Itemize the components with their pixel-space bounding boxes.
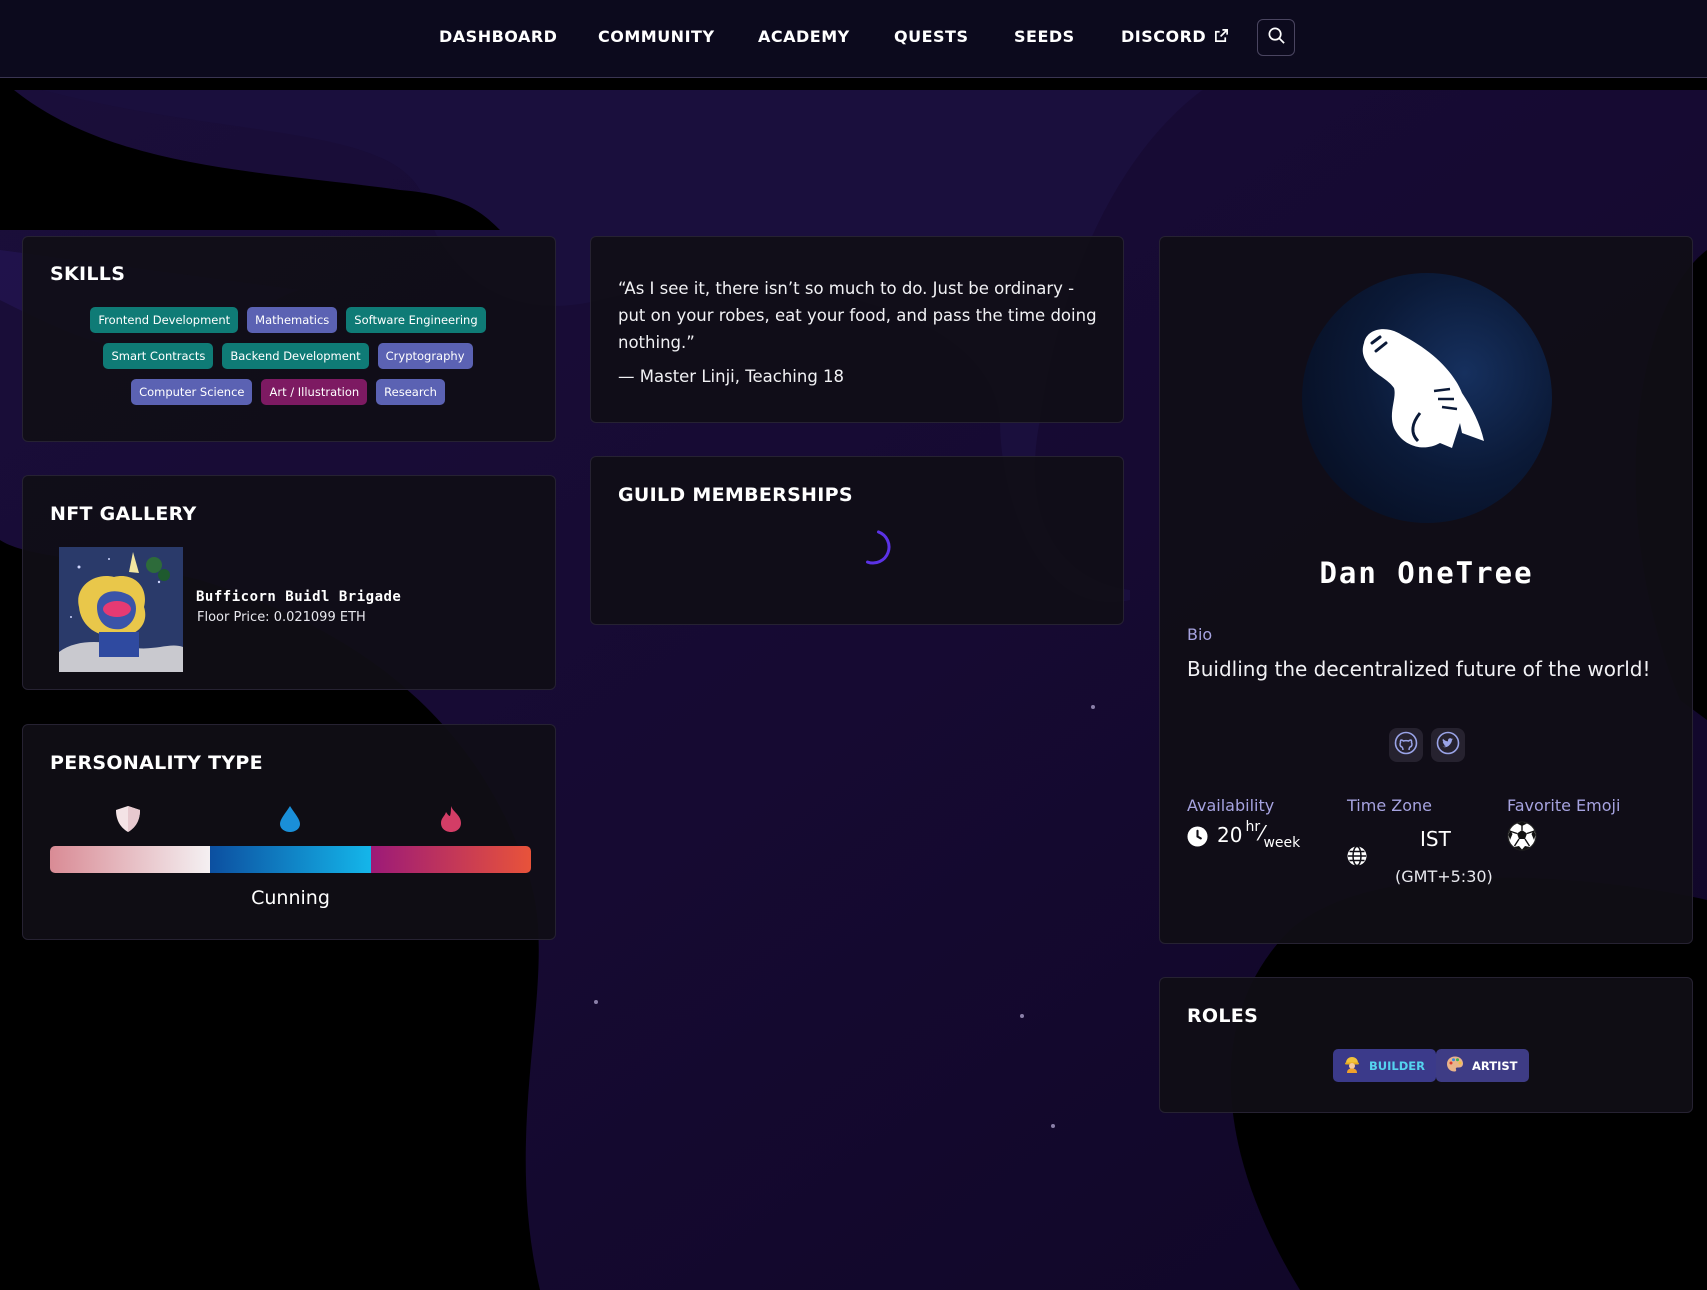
skill-tag: Cryptography bbox=[377, 343, 473, 369]
nav-discord[interactable]: DISCORD bbox=[1121, 27, 1229, 47]
github-button[interactable] bbox=[1389, 728, 1423, 762]
star bbox=[1020, 1014, 1024, 1018]
role-badge-builder[interactable]: BUILDER bbox=[1333, 1049, 1436, 1082]
profile-card: Dan OneTree Bio Buidling the decentraliz… bbox=[1159, 236, 1693, 944]
search-button[interactable] bbox=[1257, 19, 1295, 56]
quote-author: — Master Linji, Teaching 18 bbox=[618, 367, 845, 386]
skill-tag: Research bbox=[376, 379, 445, 405]
skill-tag: Mathematics bbox=[247, 307, 338, 333]
personality-card: PERSONALITY TYPE Cunning bbox=[22, 724, 556, 940]
availability-unit-hr: hr bbox=[1245, 819, 1261, 835]
water-drop-icon bbox=[279, 805, 301, 837]
nav-discord-label: DISCORD bbox=[1121, 27, 1207, 46]
quote-text: “As I see it, there isn’t so much to do.… bbox=[618, 279, 1097, 352]
personality-segment bbox=[50, 846, 211, 873]
star bbox=[1091, 705, 1095, 709]
timezone-value: IST bbox=[1420, 827, 1451, 851]
github-icon bbox=[1394, 731, 1418, 759]
availability-hours: 20 bbox=[1217, 823, 1243, 847]
bio-label: Bio bbox=[1187, 625, 1213, 644]
availability-label: Availability bbox=[1187, 796, 1275, 815]
bio-text: Buidling the decentralized future of the… bbox=[1187, 657, 1651, 681]
nft-gallery-card: NFT GALLERY Bufficorn Buidl Brigade Floo… bbox=[22, 475, 556, 690]
nav-seeds[interactable]: SEEDS bbox=[1014, 27, 1075, 46]
skills-card: SKILLS Frontend Development Mathematics … bbox=[22, 236, 556, 442]
role-badge-artist[interactable]: ARTIST bbox=[1436, 1049, 1529, 1082]
star bbox=[594, 1000, 598, 1004]
nav-community[interactable]: COMMUNITY bbox=[598, 27, 715, 46]
guild-memberships-card: GUILD MEMBERSHIPS bbox=[590, 456, 1124, 625]
availability-unit-week: week bbox=[1263, 835, 1301, 851]
clock-icon bbox=[1187, 826, 1208, 852]
guild-memberships-title: GUILD MEMBERSHIPS bbox=[618, 484, 853, 506]
builder-icon bbox=[1343, 1055, 1361, 1076]
globe-icon bbox=[1347, 845, 1367, 870]
roles-title: ROLES bbox=[1187, 1005, 1259, 1027]
nft-image[interactable] bbox=[59, 547, 183, 672]
skill-tag: Software Engineering bbox=[346, 307, 486, 333]
nft-name: Bufficorn Buidl Brigade bbox=[196, 589, 402, 605]
favorite-emoji-label: Favorite Emoji bbox=[1507, 796, 1621, 815]
external-link-icon bbox=[1214, 28, 1229, 47]
profile-name: Dan OneTree bbox=[1319, 556, 1534, 590]
skills-title: SKILLS bbox=[50, 263, 126, 285]
nav-dashboard[interactable]: DASHBOARD bbox=[439, 27, 557, 46]
palette-icon bbox=[1446, 1055, 1464, 1076]
star bbox=[1051, 1124, 1055, 1128]
personality-label: Cunning bbox=[251, 887, 330, 909]
flame-icon bbox=[439, 805, 463, 837]
availability-value: 20 hr ⁄ week bbox=[1187, 819, 1301, 852]
soccer-ball-icon: ⚽ bbox=[1507, 821, 1537, 855]
nft-gallery-title: NFT GALLERY bbox=[50, 503, 197, 525]
nav-quests[interactable]: QUESTS bbox=[894, 27, 968, 46]
loading-spinner bbox=[853, 527, 893, 567]
nft-floor-price: Floor Price: 0.021099 ETH bbox=[197, 610, 366, 625]
quote-card: “As I see it, there isn’t so much to do.… bbox=[590, 236, 1124, 423]
role-label-builder: BUILDER bbox=[1369, 1058, 1425, 1073]
personality-bar bbox=[50, 846, 531, 873]
shield-icon bbox=[115, 805, 141, 837]
twitter-button[interactable] bbox=[1431, 728, 1465, 762]
personality-title: PERSONALITY TYPE bbox=[50, 752, 263, 774]
twitter-icon bbox=[1436, 731, 1460, 759]
role-label-artist: ARTIST bbox=[1472, 1058, 1518, 1073]
avatar bbox=[1302, 273, 1552, 523]
personality-segment bbox=[370, 846, 531, 873]
search-icon bbox=[1267, 26, 1286, 49]
skill-tag: Backend Development bbox=[222, 343, 369, 369]
skills-list: Frontend Development Mathematics Softwar… bbox=[63, 307, 513, 405]
skill-tag: Frontend Development bbox=[90, 307, 239, 333]
roles-card: ROLES BUILDER ARTIST bbox=[1159, 977, 1693, 1113]
skill-tag: Computer Science bbox=[131, 379, 253, 405]
timezone-label: Time Zone bbox=[1347, 796, 1432, 815]
timezone-offset: (GMT+5:30) bbox=[1395, 867, 1493, 886]
personality-segment bbox=[210, 846, 371, 873]
top-navigation: DASHBOARD COMMUNITY ACADEMY QUESTS SEEDS… bbox=[0, 0, 1707, 78]
skill-tag: Smart Contracts bbox=[103, 343, 214, 369]
nav-academy[interactable]: ACADEMY bbox=[758, 27, 850, 46]
skill-tag: Art / Illustration bbox=[261, 379, 368, 405]
